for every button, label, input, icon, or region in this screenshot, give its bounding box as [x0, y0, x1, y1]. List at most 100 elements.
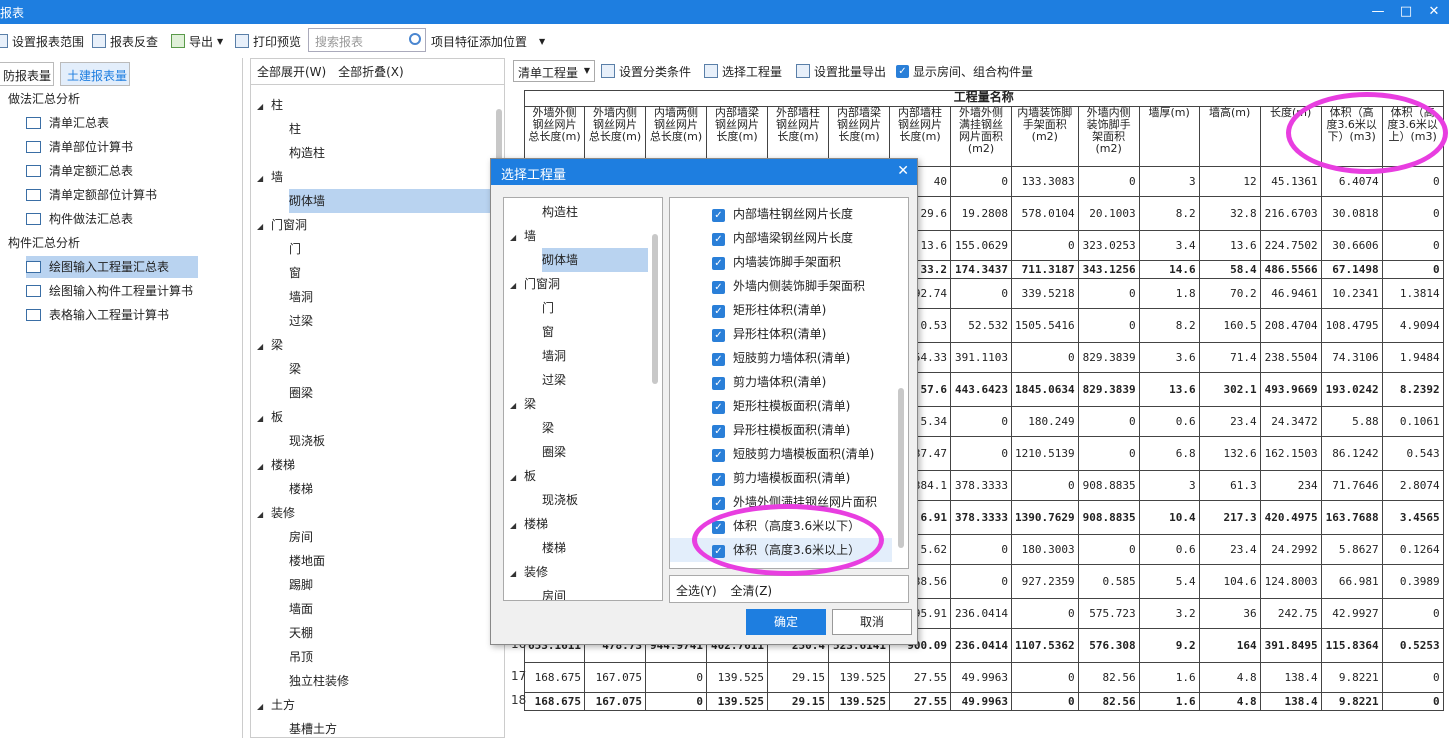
expand-arrow-icon[interactable]: ◢	[257, 95, 271, 119]
tree-node[interactable]: 过梁	[289, 309, 313, 333]
add-features-button[interactable]: 项目特征添加位置 ▼	[431, 32, 545, 50]
search-input[interactable]: 搜索报表	[308, 28, 426, 52]
tree-node[interactable]: 柱	[289, 117, 301, 141]
expand-arrow-icon[interactable]: ◢	[510, 394, 524, 418]
tree-node[interactable]: 楼地面	[289, 549, 325, 573]
export-button[interactable]: 导出 ▼	[171, 32, 223, 50]
list-item-selected[interactable]: 绘图输入工程量汇总表	[26, 256, 198, 278]
select-all-button[interactable]: 全选(Y)	[676, 584, 717, 598]
quantity-checkbox[interactable]: ✓ 剪力墙体积(清单)	[670, 370, 826, 394]
dialog-tree-scrollbar[interactable]	[652, 234, 658, 384]
expand-arrow-icon[interactable]: ◢	[257, 503, 271, 527]
tree-node[interactable]: ◢ 楼梯	[257, 453, 295, 477]
list-item[interactable]: 清单部位计算书	[26, 136, 133, 158]
minimize-icon[interactable]: —	[1366, 2, 1390, 22]
quantity-checkbox[interactable]: ✓ 短肢剪力墙模板面积(清单)	[670, 442, 874, 466]
list-item[interactable]: 清单定额汇总表	[26, 160, 133, 182]
expand-arrow-icon[interactable]: ◢	[257, 167, 271, 191]
dialog-tree-node[interactable]: 砌体墙	[542, 248, 648, 272]
dialog-tree-node[interactable]: 构造柱	[542, 200, 578, 224]
clear-all-button[interactable]: 全清(Z)	[731, 584, 773, 598]
close-icon[interactable]: ✕	[1422, 2, 1446, 22]
dialog-tree-node[interactable]: 门	[542, 296, 554, 320]
batch-export-button[interactable]: 设置批量导出	[796, 62, 886, 80]
quantity-checkbox[interactable]: ✓ 矩形柱模板面积(清单)	[670, 394, 850, 418]
list-item[interactable]: 表格输入工程量计算书	[26, 304, 169, 326]
quantity-checkbox[interactable]: ✓ 剪力墙模板面积(清单)	[670, 466, 850, 490]
list-item[interactable]: 清单定额部位计算书	[26, 184, 157, 206]
quantity-checkbox[interactable]: ✓ 内部墙柱钢丝网片长度	[670, 202, 853, 226]
close-icon[interactable]: ✕	[897, 163, 909, 179]
expand-arrow-icon[interactable]: ◢	[257, 695, 271, 719]
qty-type-select[interactable]: 清单工程量 ▼	[513, 60, 595, 82]
tree-node[interactable]: ◢ 墙	[257, 165, 283, 189]
table-row[interactable]: 168.675 167.075 0 139.525 29.15 139.525 27.55 4…	[524, 692, 1444, 711]
tree-node[interactable]: 梁	[289, 357, 301, 381]
tree-node[interactable]: 现浇板	[289, 429, 325, 453]
quantity-checkbox[interactable]: ✓ 内墙装饰脚手架面积	[670, 250, 841, 274]
dialog-tree-node[interactable]: 房间	[542, 584, 566, 600]
tree-node[interactable]: 踢脚	[289, 573, 313, 597]
expand-arrow-icon[interactable]: ◢	[510, 562, 524, 586]
list-item[interactable]: 构件做法汇总表	[26, 208, 133, 230]
dialog-tree-node[interactable]: ◢ 门窗洞	[510, 272, 560, 296]
list-item[interactable]: 清单汇总表	[26, 112, 109, 134]
dialog-tree-node[interactable]: ◢ 墙	[510, 224, 536, 248]
tree-node[interactable]: ◢ 板	[257, 405, 283, 429]
group-method-summary[interactable]: 做法汇总分析	[8, 88, 80, 110]
cancel-button[interactable]: 取消	[832, 609, 912, 635]
quantity-checkbox[interactable]: ✓ 矩形柱体积(清单)	[670, 298, 826, 322]
expand-all-button[interactable]: 全部展开(W)	[257, 65, 326, 79]
tree-node[interactable]: 窗	[289, 261, 301, 285]
tree-node[interactable]: ◢ 门窗洞	[257, 213, 307, 237]
tree-node[interactable]: ◢ 装修	[257, 501, 295, 525]
dialog-list-scrollbar[interactable]	[898, 388, 904, 548]
select-quantity-button[interactable]: 选择工程量	[704, 62, 782, 80]
quantity-checkbox[interactable]: ✓ 外墙内侧装饰脚手架面积	[670, 274, 865, 298]
ok-button[interactable]: 确定	[746, 609, 826, 635]
tree-node[interactable]: 独立柱装修	[289, 669, 349, 693]
tree-node[interactable]: 圈梁	[289, 381, 313, 405]
dialog-tree-node[interactable]: 过梁	[542, 368, 566, 392]
tree-node[interactable]: ◢ 柱	[257, 93, 283, 117]
recheck-button[interactable]: 报表反查	[92, 32, 158, 50]
search-icon[interactable]	[409, 33, 421, 45]
expand-arrow-icon[interactable]: ◢	[257, 215, 271, 239]
tree-node[interactable]: 楼梯	[289, 477, 313, 501]
dialog-tree-node[interactable]: ◢ 楼梯	[510, 512, 548, 536]
tree-node[interactable]: 墙洞	[289, 285, 313, 309]
tree-node[interactable]: ◢ 土方	[257, 693, 295, 717]
expand-arrow-icon[interactable]: ◢	[510, 514, 524, 538]
dialog-tree-node[interactable]: ◢ 梁	[510, 392, 536, 416]
tab-civil-report[interactable]: 土建报表量	[60, 62, 130, 86]
dialog-tree-node[interactable]: 窗	[542, 320, 554, 344]
quantity-checkbox[interactable]: ✓ 异形柱模板面积(清单)	[670, 418, 850, 442]
set-category-button[interactable]: 设置分类条件	[601, 62, 691, 80]
expand-arrow-icon[interactable]: ◢	[510, 274, 524, 298]
dialog-tree-node[interactable]: ◢ 板	[510, 464, 536, 488]
dialog-tree-node[interactable]: ◢ 装修	[510, 560, 548, 584]
expand-arrow-icon[interactable]: ◢	[510, 466, 524, 490]
dialog-tree-node[interactable]: 圈梁	[542, 440, 566, 464]
tab-fire-report[interactable]: 防报表量	[0, 62, 54, 86]
maximize-icon[interactable]: □	[1394, 2, 1418, 22]
dialog-tree-node[interactable]: 墙洞	[542, 344, 566, 368]
dialog-tree-node[interactable]: 楼梯	[542, 536, 566, 560]
expand-arrow-icon[interactable]: ◢	[257, 335, 271, 359]
table-row[interactable]: 168.675 167.075 0 139.525 29.15 139.525 27.55 4…	[524, 662, 1444, 693]
quantity-checkbox[interactable]: ✓ 内部墙梁钢丝网片长度	[670, 226, 853, 250]
expand-arrow-icon[interactable]: ◢	[510, 226, 524, 250]
print-preview-button[interactable]: 打印预览	[235, 32, 301, 50]
set-range-button[interactable]: 设置报表范围	[0, 32, 84, 50]
tree-node[interactable]: 门	[289, 237, 301, 261]
expand-arrow-icon[interactable]: ◢	[257, 407, 271, 431]
list-item[interactable]: 绘图输入构件工程量计算书	[26, 280, 193, 302]
tree-node[interactable]: 基槽土方	[289, 717, 337, 741]
show-rooms-checkbox[interactable]: ✓ 显示房间、组合构件量	[896, 62, 1033, 80]
tree-node[interactable]: 砌体墙	[289, 189, 494, 213]
tree-node[interactable]: 房间	[289, 525, 313, 549]
dialog-tree-node[interactable]: 现浇板	[542, 488, 578, 512]
tree-node[interactable]: 墙面	[289, 597, 313, 621]
tree-node[interactable]: ◢ 梁	[257, 333, 283, 357]
quantity-checkbox[interactable]: ✓ 异形柱体积(清单)	[670, 322, 826, 346]
